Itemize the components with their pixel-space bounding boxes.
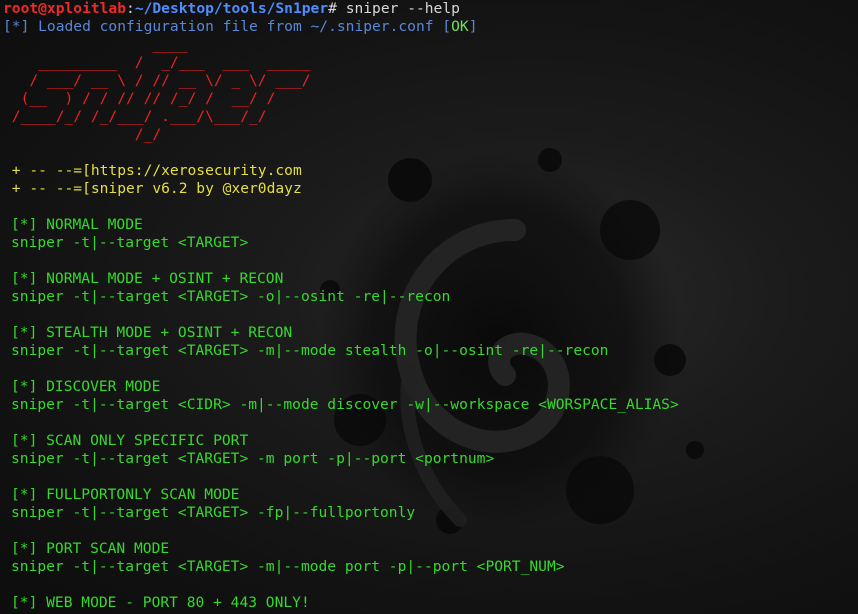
config-prefix: [*] Loaded configuration file from ~/.sn… bbox=[3, 18, 452, 35]
mode-usage: sniper -t|--target <CIDR> -m|--mode disc… bbox=[11, 396, 679, 413]
modes-list: [*] NORMAL MODE sniper -t|--target <TARG… bbox=[3, 216, 858, 612]
config-status: OK bbox=[451, 18, 469, 35]
prompt-separator: : bbox=[126, 0, 135, 17]
ascii-logo-line: ____ bbox=[3, 36, 188, 53]
prompt-path: ~/Desktop/tools/Sn1per bbox=[134, 0, 329, 17]
mode-usage: sniper -t|--target <TARGET> -o|--osint -… bbox=[11, 288, 451, 305]
prompt-symbol: # bbox=[328, 0, 337, 17]
terminal-output: root@xploitlab:~/Desktop/tools/Sn1per# s… bbox=[3, 0, 858, 612]
ascii-logo-line: /_/ bbox=[3, 126, 162, 143]
mode-title: [*] DISCOVER MODE bbox=[11, 378, 161, 395]
mode-usage: sniper -t|--target <TARGET> -m|--mode st… bbox=[11, 342, 609, 359]
mode-title: [*] PORT SCAN MODE bbox=[11, 540, 170, 557]
mode-title: [*] STEALTH MODE + OSINT + RECON bbox=[11, 324, 293, 341]
mode-title: [*] FULLPORTONLY SCAN MODE bbox=[11, 486, 240, 503]
ascii-logo-line: _________ / _/___ ___ _____ bbox=[3, 54, 311, 71]
ascii-logo-line: / ___/ __ \ / // __ \/ _ \/ ___/ bbox=[3, 72, 311, 89]
config-suffix: ] bbox=[468, 18, 478, 35]
prompt-command: sniper --help bbox=[336, 0, 460, 17]
prompt-line: root@xploitlab:~/Desktop/tools/Sn1per# s… bbox=[3, 0, 858, 18]
ascii-logo-line: /____/_/ /_/___/ .___/\___/_/ bbox=[3, 108, 267, 125]
info-url-line: + -- --=[https://xerosecurity.com bbox=[3, 162, 302, 179]
info-version-line: + -- --=[sniper v6.2 by @xer0dayz bbox=[3, 180, 302, 197]
terminal-window[interactable]: root@xploitlab:~/Desktop/tools/Sn1per# s… bbox=[0, 0, 858, 614]
prompt-user-host: root@xploitlab bbox=[3, 0, 127, 17]
mode-title: [*] NORMAL MODE + OSINT + RECON bbox=[11, 270, 284, 287]
mode-usage: sniper -t|--target <TARGET> -m port -p|-… bbox=[11, 450, 495, 467]
config-line: [*] Loaded configuration file from ~/.sn… bbox=[3, 18, 858, 36]
mode-title: [*] NORMAL MODE bbox=[11, 216, 143, 233]
mode-usage: sniper -t|--target <TARGET> -m|--mode po… bbox=[11, 558, 565, 575]
mode-usage: sniper -t|--target <TARGET> -fp|--fullpo… bbox=[11, 504, 416, 521]
ascii-logo-line: (__ ) / / // // /_/ / __/ / bbox=[3, 90, 276, 107]
ascii-logo: ____ _________ / _/___ ___ _____ / ___/ … bbox=[3, 36, 858, 144]
mode-usage: sniper -t|--target <TARGET> bbox=[11, 234, 249, 251]
mode-title: [*] WEB MODE - PORT 80 + 443 ONLY! bbox=[11, 594, 310, 611]
mode-title: [*] SCAN ONLY SPECIFIC PORT bbox=[11, 432, 249, 449]
